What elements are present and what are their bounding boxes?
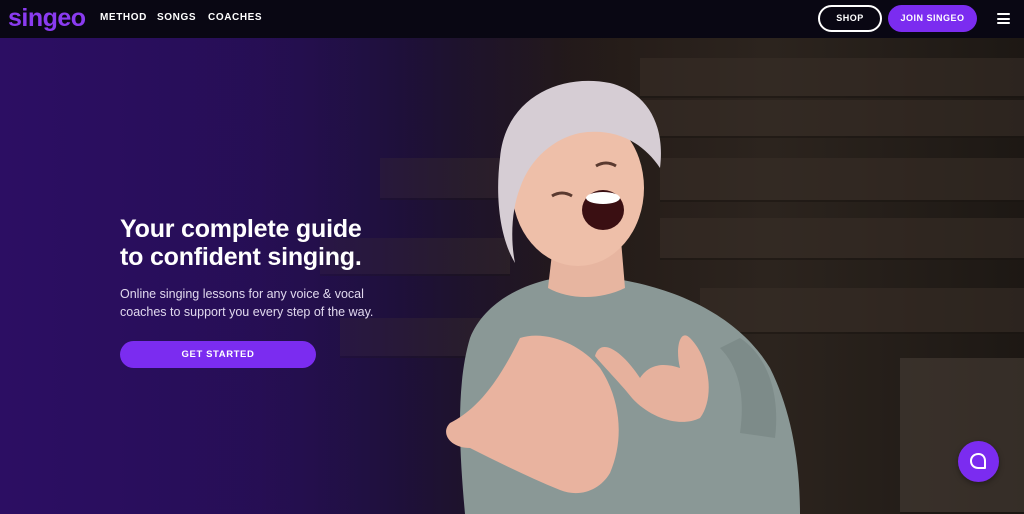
hero-section: Your complete guide to confident singing… bbox=[0, 38, 1024, 514]
hero-title-line-1: Your complete guide bbox=[120, 215, 362, 243]
hero-title-line-2: to confident singing. bbox=[120, 243, 362, 271]
hero-subtitle-line-1: Online singing lessons for any voice & v… bbox=[120, 287, 364, 301]
join-singeo-button[interactable]: JOIN SINGEO bbox=[888, 5, 977, 32]
singeo-logo[interactable]: singeo bbox=[8, 4, 86, 34]
get-started-button[interactable]: GET STARTED bbox=[120, 341, 316, 368]
singer-photo bbox=[446, 80, 800, 514]
shop-button[interactable]: SHOP bbox=[818, 5, 882, 32]
hamburger-menu-icon[interactable] bbox=[997, 13, 1010, 24]
top-navigation: singeo METHOD SONGS COACHES SHOP JOIN SI… bbox=[0, 0, 1024, 38]
hero-title: Your complete guide to confident singing… bbox=[120, 215, 440, 271]
nav-link-coaches[interactable]: COACHES bbox=[208, 12, 262, 23]
hero-subtitle: Online singing lessons for any voice & v… bbox=[120, 285, 410, 321]
chat-widget-button[interactable] bbox=[958, 441, 999, 482]
nav-link-method[interactable]: METHOD bbox=[100, 12, 147, 23]
chat-bubble-icon bbox=[970, 453, 986, 469]
nav-link-songs[interactable]: SONGS bbox=[157, 12, 196, 23]
hero-subtitle-line-2: coaches to support you every step of the… bbox=[120, 305, 374, 319]
